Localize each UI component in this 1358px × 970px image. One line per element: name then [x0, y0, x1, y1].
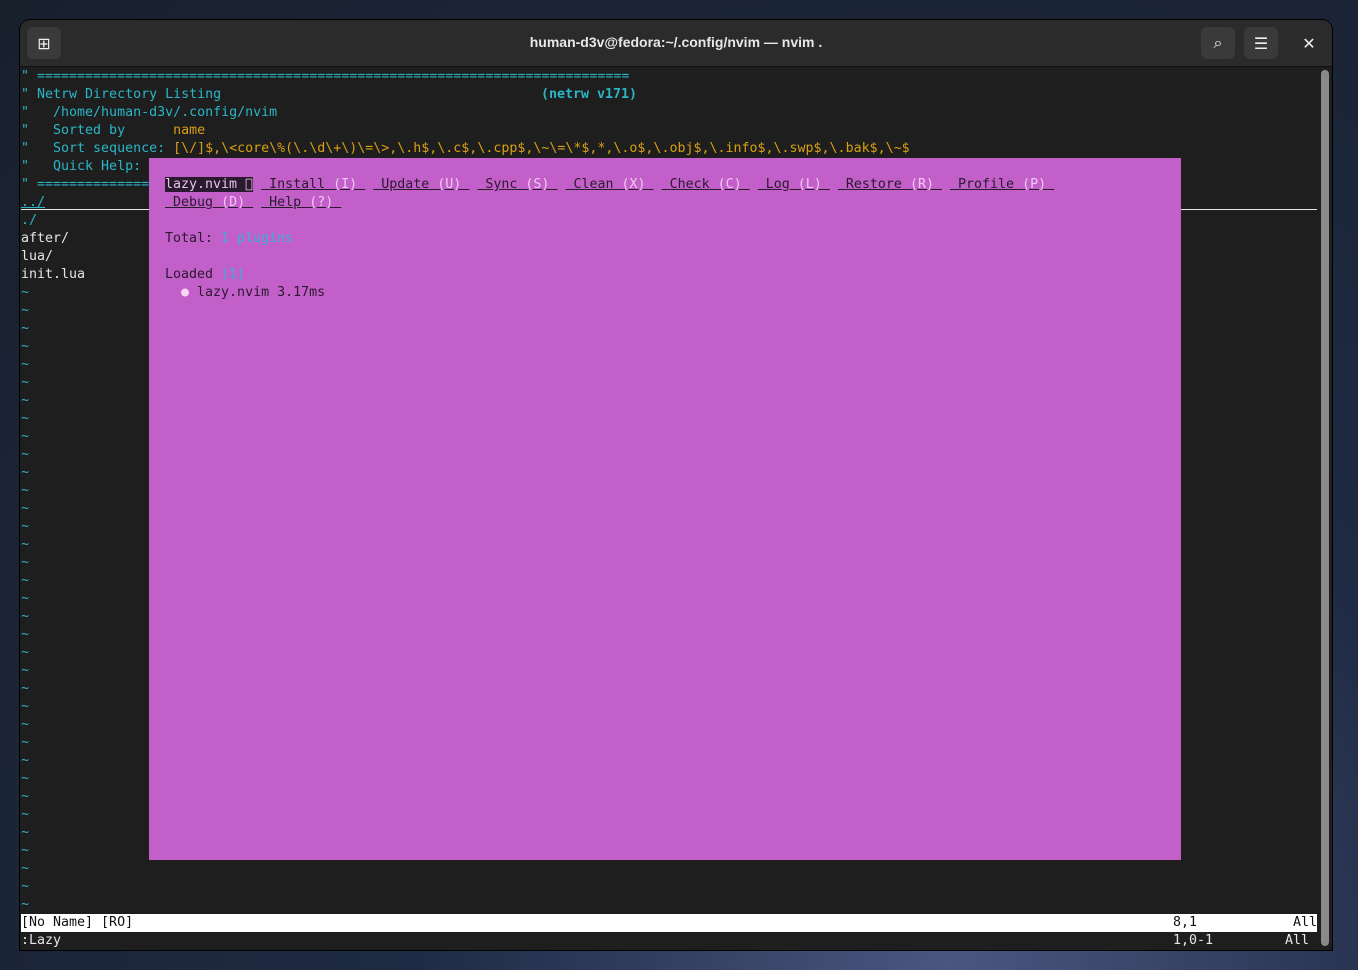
lazy-install-button[interactable]: Install (I)	[261, 177, 365, 192]
empty-line-tilde: ~	[21, 807, 30, 822]
empty-line-tilde: ~	[21, 465, 30, 480]
lazy-check-button[interactable]: Check (C)	[662, 177, 750, 192]
plugin-item[interactable]: ● lazy.nvim 3.17ms	[181, 284, 325, 302]
lazy-menu-row: Debug (D) Help (?)	[165, 194, 349, 212]
empty-line-tilde: ~	[21, 627, 30, 642]
scrollbar[interactable]	[1321, 70, 1329, 946]
netrw-rule: " ======================================…	[21, 69, 630, 84]
empty-line-tilde: ~	[21, 537, 30, 552]
lazy-clean-button[interactable]: Clean (X)	[565, 177, 653, 192]
menu-icon[interactable]: ☰	[1244, 27, 1278, 59]
netrw-path: " /home/human-d3v/.config/nvim	[21, 105, 278, 120]
empty-line-tilde: ~	[21, 339, 30, 354]
empty-line-tilde: ~	[21, 825, 30, 840]
sorted-value: name	[173, 123, 206, 138]
entry-after[interactable]: after/	[21, 230, 69, 248]
empty-line-tilde: ~	[21, 519, 30, 534]
empty-line-tilde: ~	[21, 501, 30, 516]
lazy-profile-button[interactable]: Profile (P)	[950, 177, 1054, 192]
terminal-window: ⊞ human-d3v@fedora:~/.config/nvim — nvim…	[20, 20, 1332, 950]
netrw-title-line: " Netrw Directory Listing (netrw v171)	[21, 86, 637, 104]
empty-line-tilde: ~	[21, 897, 30, 912]
empty-line-tilde: ~	[21, 861, 30, 876]
empty-line-tilde: ~	[21, 609, 30, 624]
titlebar: ⊞ human-d3v@fedora:~/.config/nvim — nvim…	[20, 20, 1332, 67]
netrw-quickhelp: " Quick Help:	[21, 159, 150, 174]
empty-line-tilde: ~	[21, 699, 30, 714]
netrw-version: (netrw v171)	[541, 87, 638, 102]
empty-line-tilde: ~	[21, 717, 30, 732]
entry-parent[interactable]: ../	[21, 194, 45, 212]
lazy-sync-button[interactable]: Sync (S)	[477, 177, 557, 192]
window-title: human-d3v@fedora:~/.config/nvim — nvim .	[529, 34, 823, 50]
empty-line-tilde: ~	[21, 555, 30, 570]
empty-line-tilde: ~	[21, 411, 30, 426]
lazy-log-button[interactable]: Log (L)	[758, 177, 830, 192]
plugin-name: lazy.nvim 3.17ms	[197, 285, 326, 300]
bullet-icon: ●	[181, 285, 190, 300]
netrw-sortseq-line: " Sort sequence: [\/]$,\<core\%(\.\d\+\)…	[21, 140, 910, 158]
netrw-sorted-line: " Sorted by name	[21, 122, 205, 140]
entry-lua[interactable]: lua/	[21, 248, 53, 266]
total-line: Total: 1 plugins	[165, 231, 294, 246]
empty-line-tilde: ~	[21, 393, 30, 408]
sortseq-label: " Sort sequence:	[21, 141, 174, 156]
empty-line-tilde: ~	[21, 303, 30, 318]
empty-line-tilde: ~	[21, 753, 30, 768]
lazy-restore-button[interactable]: Restore (R)	[838, 177, 942, 192]
nvim-buffer[interactable]: " ======================================…	[20, 67, 1318, 950]
empty-line-tilde: ~	[21, 321, 30, 336]
empty-line-tilde: ~	[21, 789, 30, 804]
empty-line-tilde: ~	[21, 573, 30, 588]
loaded-count: (1)	[221, 267, 246, 282]
empty-line-tilde: ~	[21, 447, 30, 462]
lazy-brand-tab[interactable]: lazy.nvim 󰒲	[165, 177, 254, 192]
empty-line-tilde: ~	[21, 285, 30, 300]
empty-line-tilde: ~	[21, 663, 30, 678]
empty-line-tilde: ~	[21, 681, 30, 696]
sortseq-value: [\/]$,\<core\%(\.\d\+\)\=\>,\.h$,\.c$,\.…	[173, 141, 910, 156]
loaded-line: Loaded (1)	[165, 267, 246, 282]
netrw-rule-short: " ==============	[21, 177, 150, 192]
lazy-help-button[interactable]: Help (?)	[261, 195, 341, 210]
netrw-title: " Netrw Directory Listing	[21, 87, 222, 102]
search-icon[interactable]: ⌕	[1201, 27, 1235, 59]
empty-line-tilde: ~	[21, 429, 30, 444]
statusline: [No Name] [RO] 8,1 All	[21, 914, 1317, 932]
total-value: 1 plugins	[221, 231, 294, 246]
lazy-debug-button[interactable]: Debug (D)	[165, 195, 253, 210]
lazy-update-button[interactable]: Update (U)	[373, 177, 469, 192]
empty-line-tilde: ~	[21, 771, 30, 786]
empty-line-tilde: ~	[21, 843, 30, 858]
empty-line-tilde: ~	[21, 375, 30, 390]
entry-current[interactable]: ./	[21, 212, 37, 230]
sorted-label: " Sorted by	[21, 123, 174, 138]
empty-line-tilde: ~	[21, 735, 30, 750]
cmdline[interactable]: :Lazy 1,0-1 All	[21, 932, 1317, 950]
entry-init-lua[interactable]: init.lua	[21, 266, 85, 284]
close-icon[interactable]: ✕	[1292, 27, 1326, 59]
empty-line-tilde: ~	[21, 645, 30, 660]
lazy-float-window: lazy.nvim 󰒲 Install (I) Update (U) Sync …	[149, 158, 1181, 860]
empty-line-tilde: ~	[21, 591, 30, 606]
lazy-menu-row: lazy.nvim 󰒲 Install (I) Update (U) Sync …	[165, 176, 1062, 194]
empty-line-tilde: ~	[21, 357, 30, 372]
empty-line-tilde: ~	[21, 879, 30, 894]
empty-line-tilde: ~	[21, 483, 30, 498]
